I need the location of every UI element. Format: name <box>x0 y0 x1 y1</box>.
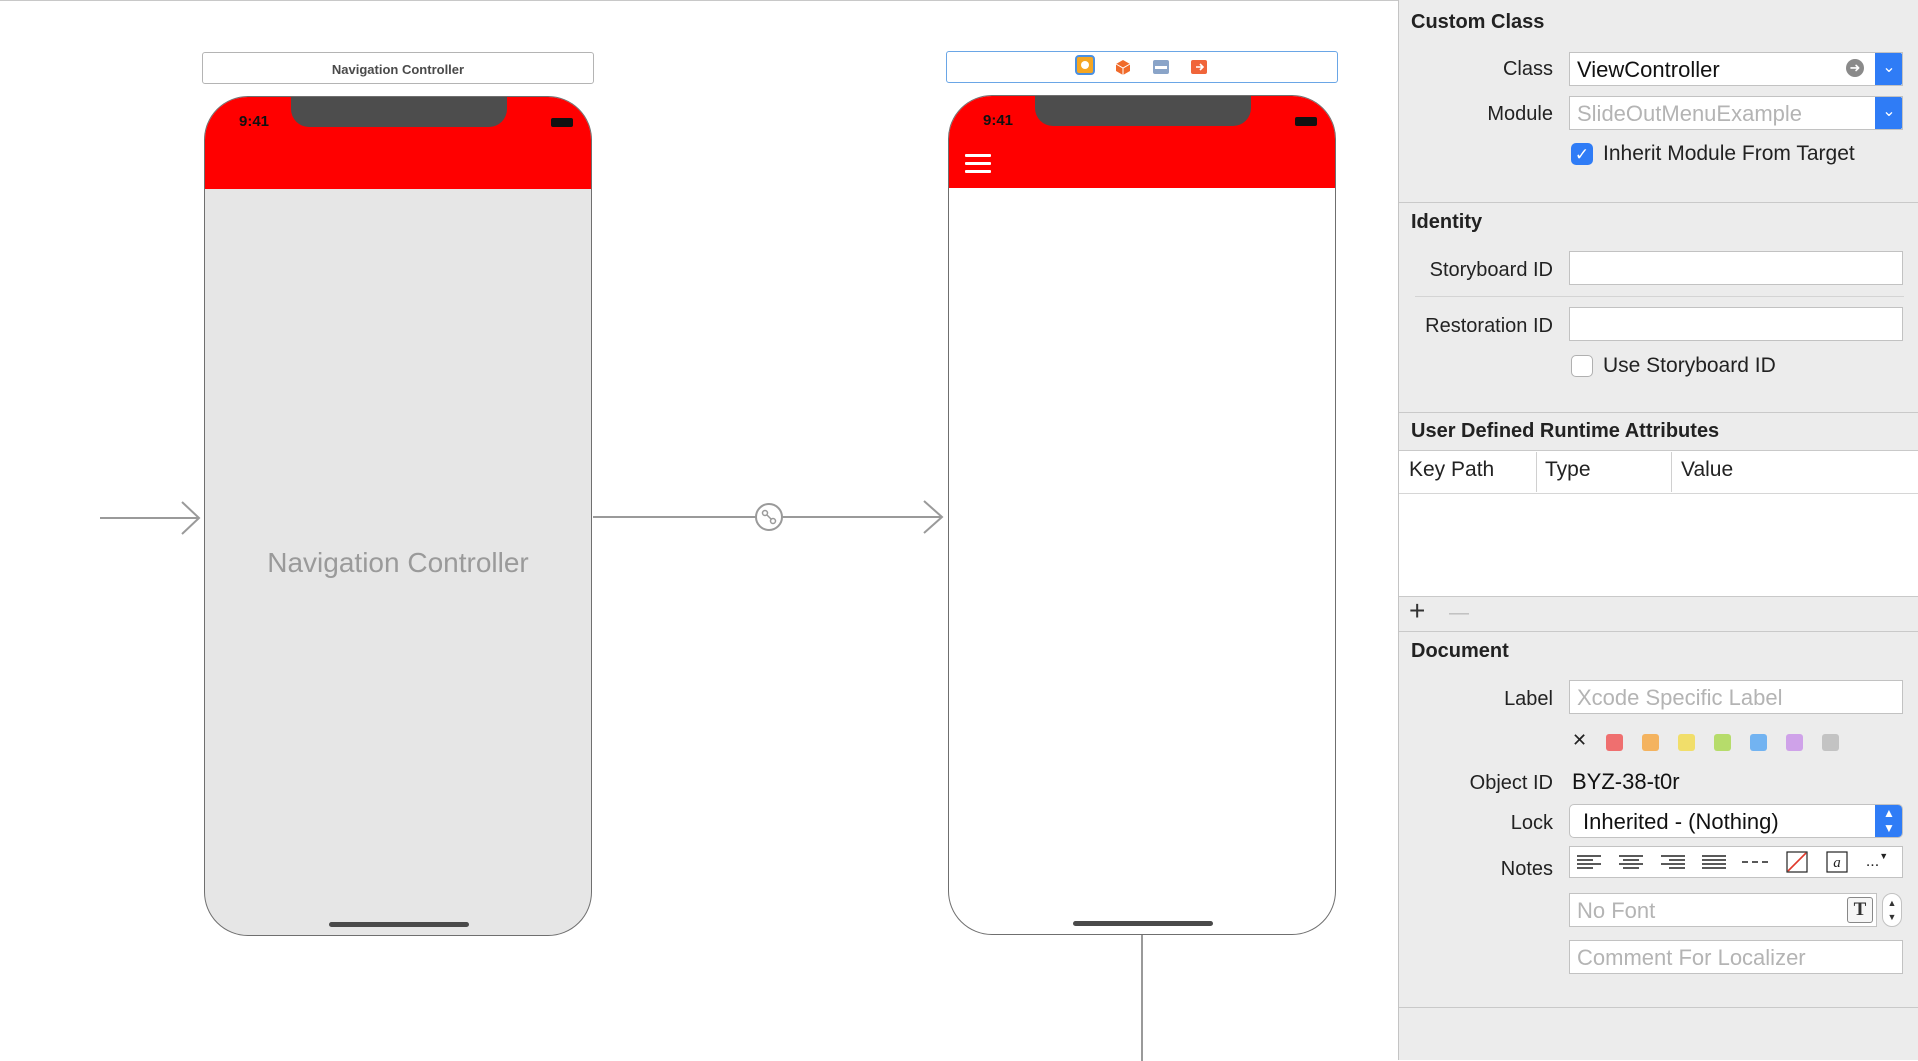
column-separator <box>1536 452 1537 492</box>
identity-title: Identity <box>1411 211 1483 233</box>
clear-label-color-icon[interactable]: ✕ <box>1572 730 1587 751</box>
more-label: ... <box>1865 853 1880 870</box>
storyboard-id-field[interactable] <box>1569 251 1903 285</box>
inherit-module-label: Inherit Module From Target <box>1603 142 1855 165</box>
section-divider <box>1399 1007 1918 1008</box>
runtime-attributes-title: User Defined Runtime Attributes <box>1411 420 1720 442</box>
font-placeholder: No Font <box>1577 898 1656 923</box>
value-column-header[interactable]: Value <box>1681 458 1733 482</box>
lock-stepper-icon[interactable]: ▲ ▼ <box>1875 805 1902 837</box>
use-storyboard-id-label: Use Storyboard ID <box>1603 354 1776 377</box>
class-value: ViewController <box>1577 57 1720 82</box>
scene-toolbar-icon[interactable] <box>1151 57 1171 77</box>
lock-value: Inherited - (Nothing) <box>1583 809 1779 834</box>
status-time: 9:41 <box>239 113 270 130</box>
use-storyboard-id-checkbox[interactable] <box>1571 355 1593 377</box>
nav-controller-placeholder-label: Navigation Controller <box>267 547 529 578</box>
document-title: Document <box>1411 640 1509 662</box>
exit-icon[interactable] <box>1189 57 1209 77</box>
inherit-module-checkbox[interactable]: ✓ <box>1571 143 1593 165</box>
module-placeholder: SlideOutMenuExample <box>1577 101 1803 126</box>
align-justify-icon[interactable] <box>1696 846 1732 878</box>
device-notch <box>1035 96 1251 126</box>
storyboard-id-label: Storyboard ID <box>1429 259 1553 281</box>
storyboard-canvas[interactable]: Navigation Controller 9:41 Navigation Co… <box>0 0 1398 1061</box>
object-id-label: Object ID <box>1469 772 1553 794</box>
view-controller-icon[interactable] <box>1075 55 1095 75</box>
add-attribute-button[interactable]: + <box>1409 596 1425 626</box>
label-color-red[interactable] <box>1606 734 1623 751</box>
font-picker-icon[interactable]: T <box>1847 897 1873 923</box>
doc-label-field[interactable]: Xcode Specific Label <box>1569 680 1903 714</box>
more-icon[interactable]: ... ▼ <box>1859 846 1895 878</box>
module-field[interactable]: SlideOutMenuExample ⌄ <box>1569 96 1903 130</box>
key-path-column-header[interactable]: Key Path <box>1409 458 1494 482</box>
device-notch <box>291 97 507 127</box>
align-left-icon[interactable] <box>1571 846 1607 878</box>
identity-inspector: Custom Class Class ViewController ➜ ⌄ Mo… <box>1398 0 1918 1060</box>
label-color-purple[interactable] <box>1786 734 1803 751</box>
label-color-yellow[interactable] <box>1678 734 1695 751</box>
battery-icon <box>1295 117 1317 126</box>
label-color-blue[interactable] <box>1750 734 1767 751</box>
status-time: 9:41 <box>983 112 1014 129</box>
doc-label-placeholder: Xcode Specific Label <box>1577 685 1783 710</box>
column-separator <box>1671 452 1672 492</box>
label-color-orange[interactable] <box>1642 734 1659 751</box>
class-field[interactable]: ViewController ➜ ⌄ <box>1569 52 1903 86</box>
view-controller-scene[interactable]: 9:41 <box>948 95 1336 935</box>
svg-text:a: a <box>1833 855 1841 871</box>
dash-icon[interactable] <box>1737 846 1773 878</box>
section-divider <box>1399 631 1918 632</box>
first-responder-icon[interactable] <box>1113 57 1133 77</box>
class-label: Class <box>1502 58 1553 80</box>
vc-scene-dock[interactable] <box>946 51 1338 83</box>
go-to-class-icon[interactable]: ➜ <box>1846 59 1864 77</box>
lock-label: Lock <box>1510 812 1553 834</box>
font-size-stepper[interactable]: ▲ ▼ <box>1882 893 1902 927</box>
custom-class-title: Custom Class <box>1411 11 1545 33</box>
class-dropdown-button[interactable]: ⌄ <box>1875 53 1902 85</box>
font-field[interactable]: No Font T <box>1569 893 1877 927</box>
battery-icon <box>551 118 573 127</box>
remove-attribute-button[interactable]: — <box>1449 598 1469 628</box>
nav-scene-title-bar[interactable]: Navigation Controller <box>202 52 594 84</box>
row-divider <box>1415 296 1904 297</box>
align-right-icon[interactable] <box>1655 846 1691 878</box>
home-indicator <box>1073 921 1213 926</box>
module-dropdown-button[interactable]: ⌄ <box>1875 97 1902 129</box>
root-view-controller-segue[interactable] <box>593 500 944 534</box>
module-label: Module <box>1487 103 1553 125</box>
notes-label: Notes <box>1500 858 1553 880</box>
nav-controller-scene[interactable]: 9:41 Navigation Controller <box>204 96 592 936</box>
align-center-icon[interactable] <box>1613 846 1649 878</box>
section-divider <box>1399 202 1918 203</box>
restoration-id-label: Restoration ID <box>1425 315 1553 337</box>
label-color-green[interactable] <box>1714 734 1731 751</box>
no-color-icon[interactable] <box>1779 846 1815 878</box>
nav-scene-title: Navigation Controller <box>331 62 465 77</box>
restoration-id-field[interactable] <box>1569 307 1903 341</box>
object-id-value: BYZ-38-t0r <box>1572 769 1680 794</box>
type-column-header[interactable]: Type <box>1545 458 1591 482</box>
home-indicator <box>329 922 469 927</box>
lock-select[interactable]: Inherited - (Nothing) ▲ ▼ <box>1569 804 1903 838</box>
comment-field[interactable]: Comment For Localizer <box>1569 940 1903 974</box>
entry-point-arrow[interactable] <box>100 501 201 535</box>
label-color-gray[interactable] <box>1822 734 1839 751</box>
section-divider <box>1399 412 1918 413</box>
doc-label-label: Label <box>1504 688 1553 710</box>
hamburger-menu-icon[interactable] <box>965 154 991 174</box>
table-header-divider <box>1399 493 1918 494</box>
text-color-icon[interactable]: a <box>1819 846 1855 878</box>
comment-placeholder: Comment For Localizer <box>1577 945 1806 970</box>
